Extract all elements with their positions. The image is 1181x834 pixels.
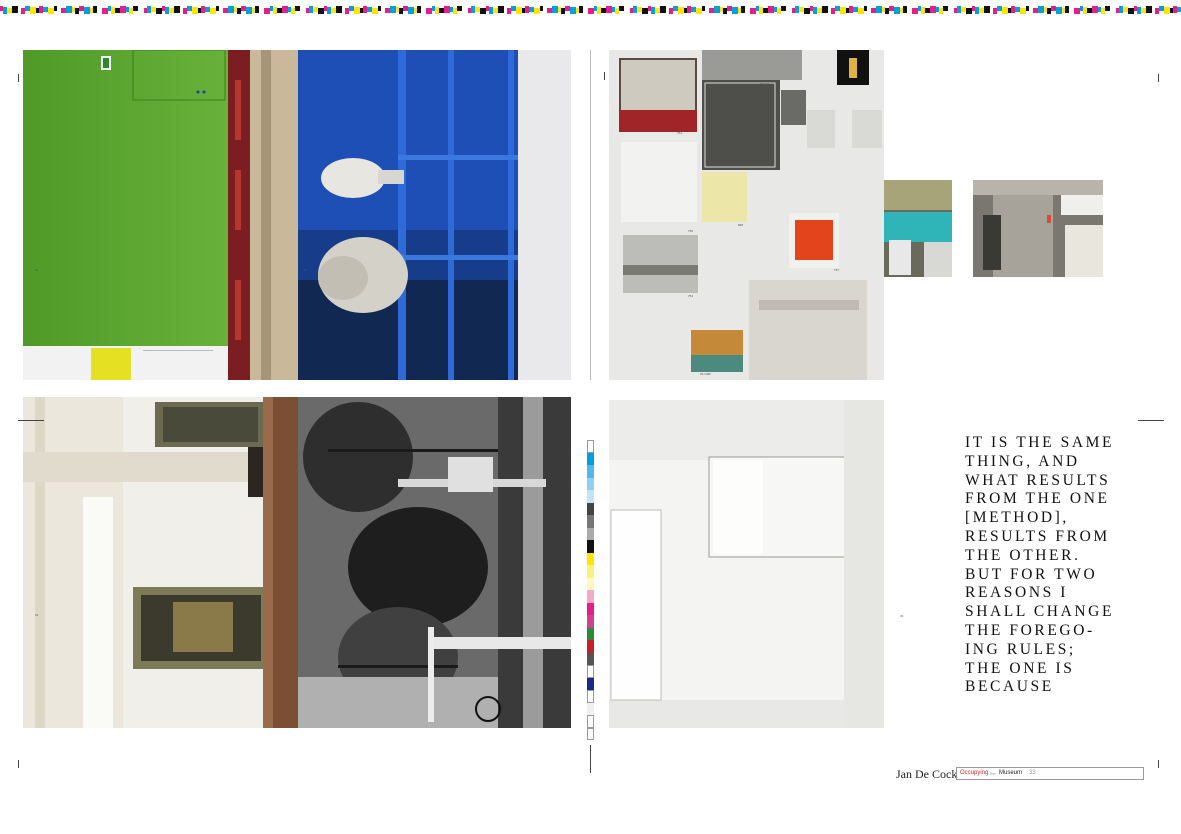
quote-line: SHALL CHANGE bbox=[965, 603, 1115, 621]
quote-line: ING RULES; bbox=[965, 640, 1076, 658]
footer-page-number: 33 bbox=[1029, 770, 1036, 776]
photo-white-room-interior bbox=[609, 400, 884, 728]
crop-mark bbox=[1138, 420, 1164, 421]
quote-line: THING, AND bbox=[965, 452, 1080, 470]
quote-line: THE OTHER. bbox=[965, 546, 1081, 564]
quote-line: IT IS THE SAME bbox=[965, 434, 1115, 451]
photo-bw-street bbox=[298, 397, 571, 728]
footer-title-box: Occupying the Museum 33 bbox=[956, 767, 1144, 780]
caption-754: 754 bbox=[688, 294, 694, 298]
crop-mark bbox=[590, 745, 591, 773]
caption-767: 767 bbox=[834, 268, 840, 272]
photo-blue-shelf-busts bbox=[298, 50, 571, 380]
crop-mark bbox=[1158, 74, 1159, 82]
quote-line: REASONS I bbox=[965, 584, 1069, 602]
crop-mark bbox=[18, 760, 19, 768]
caption-09: 09.148F bbox=[700, 372, 712, 376]
quote-line: THE FOREGO- bbox=[965, 621, 1095, 639]
caption-gallery: 32 bbox=[35, 613, 39, 617]
caption-861: 861.01 bbox=[760, 82, 770, 86]
photo-thumb-steel-doorway bbox=[973, 180, 1103, 277]
crop-mark bbox=[1158, 760, 1159, 768]
print-color-bar bbox=[587, 440, 594, 740]
crop-mark bbox=[604, 72, 605, 80]
quote-text: IT IS THE SAME THING, AND WHAT RESULTS F… bbox=[965, 434, 1170, 697]
registration-color-strip bbox=[0, 6, 1181, 14]
crop-mark bbox=[18, 420, 44, 421]
caption-761: 761 bbox=[677, 131, 683, 135]
caption-898: 898 bbox=[738, 223, 744, 227]
photo-thumb-cyan-vitrine bbox=[884, 180, 952, 277]
footer-word-museum: Museum bbox=[999, 770, 1023, 776]
footer-word-the: the bbox=[990, 771, 996, 776]
crop-mark bbox=[18, 74, 19, 82]
crop-mark bbox=[590, 50, 591, 380]
caption-green: 32 bbox=[35, 268, 39, 272]
quote-line: [METHOD], bbox=[965, 509, 1069, 527]
caption-blue: 33 bbox=[303, 268, 307, 272]
quote-line: FROM THE ONE bbox=[965, 490, 1110, 508]
photo-archive-collage bbox=[609, 50, 884, 380]
quote-line: THE ONE IS bbox=[965, 659, 1075, 677]
footer-word-occupying: Occupying bbox=[960, 770, 989, 776]
photo-green-wall bbox=[23, 50, 298, 380]
caption-white-room: 33 bbox=[900, 614, 904, 618]
quote-line: BECAUSE bbox=[965, 678, 1054, 696]
footer-author: Jan De Cock bbox=[896, 767, 958, 781]
quote-line: WHAT RESULTS bbox=[965, 471, 1111, 489]
photo-white-gallery-room bbox=[23, 397, 298, 728]
quote-line: RESULTS FROM bbox=[965, 527, 1110, 545]
quote-line: BUT FOR TWO bbox=[965, 565, 1098, 583]
caption-756: 756 bbox=[688, 229, 694, 233]
